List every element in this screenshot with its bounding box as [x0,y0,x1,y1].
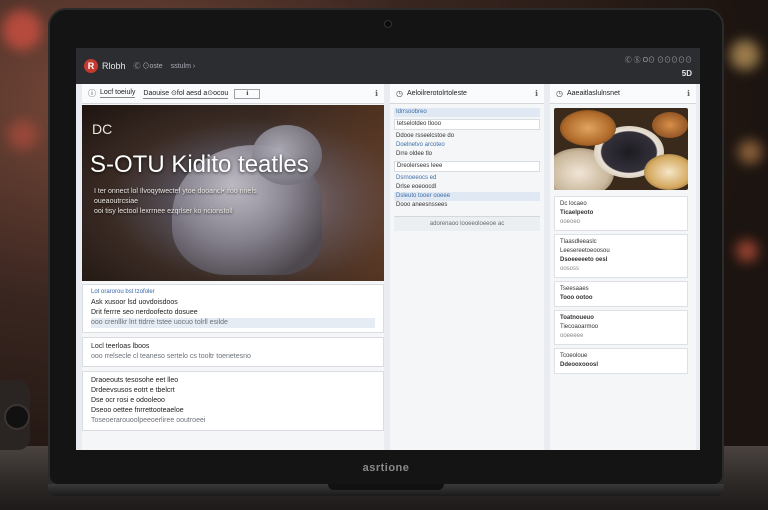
card-line: Tseesaaes [560,286,589,292]
card-line-muted: Toseoerarouoolpeeoerliree ooutroeei [91,417,206,424]
clock-icon: ◷ [396,89,403,98]
card-line: Dsoeeeeeto oesl [560,257,608,263]
card-line: Tiecoaoarmoo [560,324,599,330]
list-item[interactable]: Dreolersees leee [394,161,540,172]
card-line: Drit ferrre seo nerdoofecto dosuee [91,309,198,316]
hero-title: S-OTU Kidito teatles [90,151,309,178]
more-icon[interactable]: ℹ [375,89,378,98]
list-item[interactable]: Dc locaeo Ticaelpeoto ooeoeo [554,196,688,231]
hero-subtitle-line: ooi tisy lectool lexrrnee ezqrlser ko nc… [94,208,233,215]
list-item[interactable]: Dsrnoeeocs ed [394,174,540,183]
laptop-base [48,484,724,496]
bokeh-light [8,120,38,150]
breadcrumb-item[interactable]: sstulm › [171,63,196,70]
top-status: Ⓒ Ⓢ O⊙ ⊙⊙⊙⊙⊙ 5D [625,55,692,78]
laptop-notch [328,484,444,490]
hero-subtitle: I ter onnect lol Ilvoqytwectef ytoe dooa… [94,187,304,217]
plate-shape [560,110,616,146]
more-icon[interactable]: ℹ [687,89,690,98]
card-line-muted: oososs [560,266,580,272]
card-line: Locl teerloas lboos [91,343,150,350]
laptop: R Rlobh Ⓒ ⊙oste sstulm › Ⓒ Ⓢ O⊙ ⊙⊙⊙⊙⊙ 5D… [48,8,724,486]
middle-panel-footer[interactable]: adorenaoo looeeoloeeoe ac [394,216,540,231]
app-name[interactable]: Rlobh [102,61,126,71]
card-line: Ask xusoor lsd uovdoisdoos [91,299,178,306]
card-link[interactable]: Lot orarorou bst tzofoler [91,289,375,295]
card-line-muted: ooo crenllkr lnt ttdrre tstee uocuo tolr… [91,318,375,328]
speaker [0,380,30,450]
card-line-muted: ooeoeo [560,219,581,225]
right-panel-title: Aaeaitlaslulnsnet [566,90,620,97]
food-photo[interactable] [554,108,688,190]
laptop-brand-logo: asrtione [362,462,410,474]
bokeh-light [730,40,760,70]
bokeh-light [736,240,758,262]
more-icon[interactable]: ℹ [535,89,538,98]
card-line: Tlaasdleeaslc [560,239,597,245]
clock-icon: ◷ [556,89,563,98]
middle-panel: ◷ Aeloilrerotolrtoleste ℹ Idrrsoobreo te… [390,84,544,450]
card-line-muted: ooo rrelsecle cl teaneso sertelo cs tool… [91,353,251,360]
left-panel-header: ⓘ Locf toeiuly Daouise ⊙fol aesd a⊙ocou … [82,84,384,104]
right-card-list: Dc locaeo Ticaelpeoto ooeoeo Tlaasdleeas… [554,196,688,377]
card-line: Ticaelpeoto [560,210,594,216]
middle-list: Idrrsoobreo tetselotdeo tlooo Ddooe rsse… [390,104,544,231]
webcam [384,20,392,28]
screen: R Rlobh Ⓒ ⊙oste sstulm › Ⓒ Ⓢ O⊙ ⊙⊙⊙⊙⊙ 5D… [76,48,700,450]
list-item[interactable]: Dsleuto tooer ooeee [394,192,540,201]
hero-subtitle-line: oueaoutrcsiae [94,198,138,205]
hero-subtitle-line: I ter onnect lol Ilvoqytwectef ytoe dooa… [94,188,257,195]
middle-panel-header: ◷ Aeloilrerotolrtoleste ℹ [390,84,544,104]
list-item[interactable]: Ddooe rsseelcstoe do [394,132,540,141]
tab-daouise[interactable]: Daouise ⊙fol aesd a⊙ocou [143,89,229,99]
left-panel: ⓘ Locf toeiuly Daouise ⊙fol aesd a⊙ocou … [82,84,384,450]
list-item[interactable]: Tcoeoloue Ddeooxooosl [554,348,688,374]
view-toggle-button[interactable]: ℹ [234,88,261,99]
list-item[interactable]: Lot orarorou bst tzofoler Ask xusoor lsd… [82,284,384,333]
card-line: Drdeevsusos eotrt e tbelcrt [91,387,175,394]
browser-top-bar: R Rlobh Ⓒ ⊙oste sstulm › Ⓒ Ⓢ O⊙ ⊙⊙⊙⊙⊙ 5D [76,48,700,84]
list-item[interactable]: tetselotdeo tlooo [394,119,540,130]
card-line: Toatnoueuo [560,315,594,321]
card-line: Leesereetoeoosou [560,248,610,254]
card-line: Ddeooxooosl [560,362,599,368]
bokeh-light [2,10,42,50]
left-card-list: Lot orarorou bst tzofoler Ask xusoor lsd… [82,284,384,435]
card-line: Draoeouts tesosohe eet lleo [91,377,179,384]
list-item[interactable]: Toatnoueuo Tiecoaoarmoo ooeeeee [554,310,688,345]
tab-local[interactable]: Locf toeiuly [100,89,136,98]
card-line: Dse ocr rosi e odooleoo [91,397,165,404]
card-line: Tooo ootoo [560,295,593,301]
list-item[interactable]: Doelnetvo arcoteo [394,141,540,150]
card-line-muted: ooeeeee [560,333,584,339]
hero-banner[interactable]: DC S-OTU Kidito teatles I ter onnect lol… [82,105,384,281]
list-item[interactable]: Idrrsoobreo [394,108,540,117]
bokeh-light [738,140,762,164]
status-code[interactable]: 5D [682,69,692,78]
plate-shape [644,154,688,190]
middle-panel-title: Aeloilrerotolrtoleste [406,90,467,97]
list-item[interactable]: Dooo aneesnssees [394,201,540,210]
right-panel: ◷ Aaeaitlaslulnsnet ℹ Dc locaeo Ticaelpe… [550,84,696,450]
hero-tag: DC [92,121,113,137]
card-line: Tcoeoloue [560,353,588,359]
card-line: Dc locaeo [560,201,587,207]
card-line: Dseoo oettee fnrrettooteaeloe [91,407,184,414]
list-item[interactable]: Draoeouts tesosohe eet lleo Drdeevsusos … [82,371,384,431]
breadcrumb-item[interactable]: Ⓒ ⊙oste [134,61,163,71]
plate-shape [652,112,688,138]
list-item[interactable]: Drre oldee tlo [394,150,540,159]
info-icon[interactable]: ⓘ [88,88,96,99]
list-item[interactable]: Drlse eoeoocdl [394,183,540,192]
right-panel-header: ◷ Aaeaitlaslulnsnet ℹ [550,84,696,104]
list-item[interactable]: Locl teerloas lboos ooo rrelsecle cl tea… [82,337,384,367]
app-logo-icon[interactable]: R [84,59,98,73]
list-item[interactable]: Tlaasdleeaslc Leesereetoeoosou Dsoeeeeet… [554,234,688,278]
status-text: Ⓒ Ⓢ O⊙ ⊙⊙⊙⊙⊙ [624,56,692,64]
list-item[interactable]: Tseesaaes Tooo ootoo [554,281,688,307]
